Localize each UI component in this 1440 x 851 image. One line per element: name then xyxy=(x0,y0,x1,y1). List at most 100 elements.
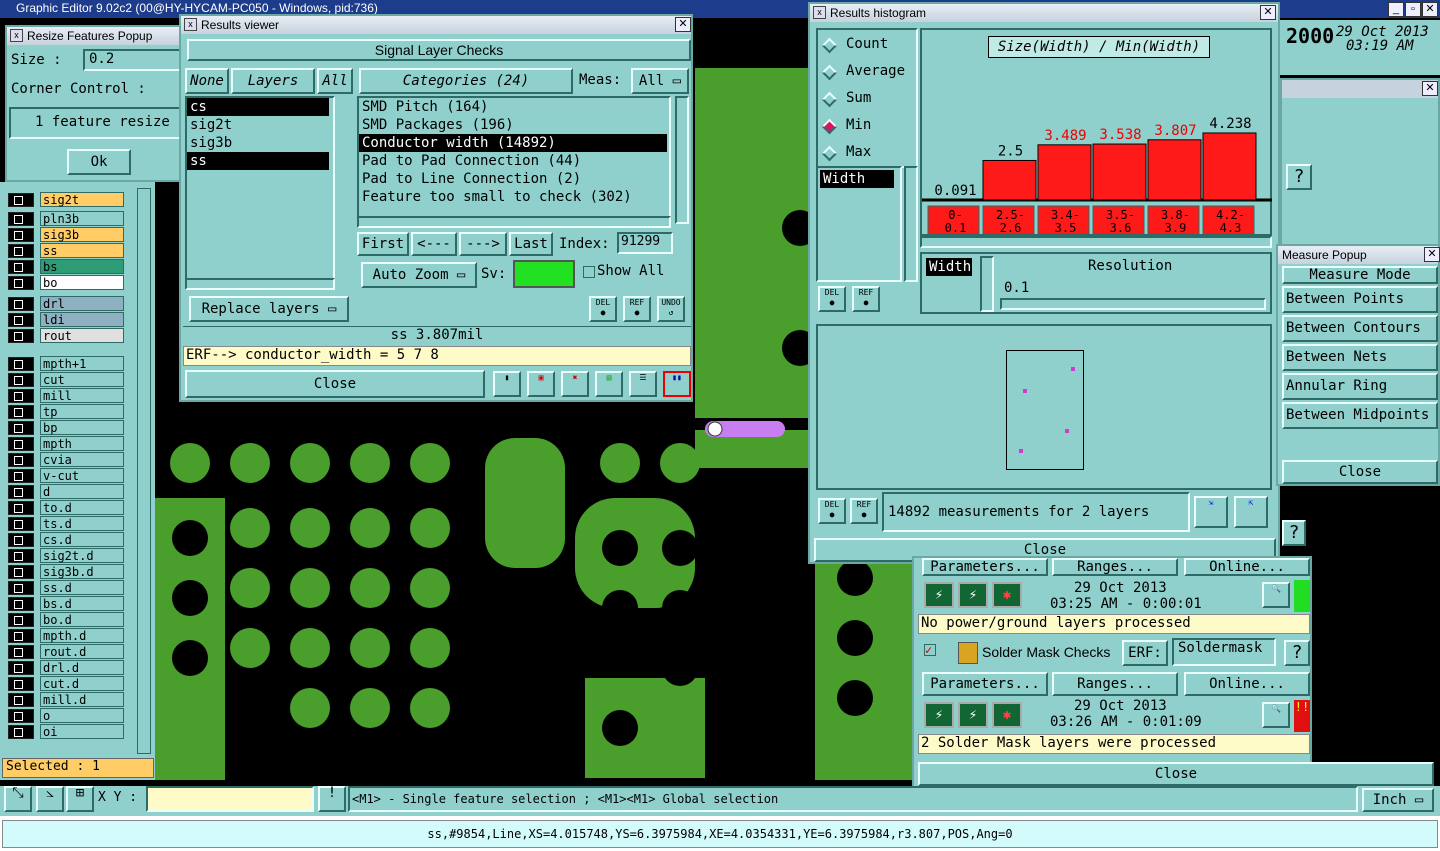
layer-row-rout[interactable]: rout xyxy=(8,328,124,343)
layer-row-o[interactable]: o xyxy=(8,708,124,723)
help-button-a[interactable]: ? xyxy=(1286,164,1312,190)
layer-toggle[interactable] xyxy=(8,212,34,226)
layer-row-ts.d[interactable]: ts.d xyxy=(8,516,124,531)
export-icon[interactable]: ⇲ xyxy=(1194,496,1228,528)
layer-toggle[interactable] xyxy=(8,581,34,595)
measure-close-button[interactable]: Close xyxy=(1282,460,1438,484)
layer-toggle[interactable] xyxy=(8,357,34,371)
mode-label[interactable]: Sum xyxy=(846,90,871,106)
layer-row-cut[interactable]: cut xyxy=(8,372,124,387)
layer-name[interactable]: v-cut xyxy=(40,468,124,483)
erf-input[interactable]: Soldermask xyxy=(1172,638,1276,666)
measure-mode-between-points[interactable]: Between Points xyxy=(1282,286,1438,313)
layer-toggle[interactable] xyxy=(8,501,34,515)
erf-clear-icon[interactable]: ✖ xyxy=(561,371,589,397)
viewer-layer-item[interactable]: sig3b xyxy=(187,134,329,152)
layer-row-cvia[interactable]: cvia xyxy=(8,452,124,467)
measure-mode-between-midpoints[interactable]: Between Midpoints xyxy=(1282,402,1438,429)
category-item[interactable]: Conductor width (14892) xyxy=(359,134,667,152)
online-button-2[interactable]: Online... xyxy=(1184,672,1310,696)
category-item[interactable]: Pad to Pad Connection (44) xyxy=(359,152,667,170)
layer-name[interactable]: oi xyxy=(40,724,124,739)
layer-row-rout.d[interactable]: rout.d xyxy=(8,644,124,659)
categories-list[interactable]: SMD Pitch (164) SMD Packages (196) Conduct… xyxy=(357,96,671,224)
layer-name[interactable]: cut xyxy=(40,372,124,387)
sv-color-dropdown[interactable] xyxy=(513,260,575,288)
categories-button[interactable]: Categories (24) xyxy=(359,68,573,94)
mode-radio-sum[interactable] xyxy=(821,91,838,108)
layer-row-bo[interactable]: bo xyxy=(8,275,124,290)
zoom-feature-icon[interactable]: ▣ xyxy=(527,371,555,397)
prev-button[interactable]: <--- xyxy=(411,232,457,256)
categories-hscroll[interactable] xyxy=(357,216,671,228)
histogram-bar[interactable] xyxy=(1037,144,1092,201)
first-button[interactable]: First xyxy=(357,232,409,256)
measure-mode-between-nets[interactable]: Between Nets xyxy=(1282,344,1438,371)
histogram-bar[interactable] xyxy=(982,159,1037,201)
layer-toggle[interactable] xyxy=(8,565,34,579)
layer-name[interactable]: pln3b xyxy=(40,211,124,226)
mode-radio-min[interactable] xyxy=(821,118,838,135)
layer-name[interactable]: rout xyxy=(40,328,124,343)
layer-name[interactable]: d xyxy=(40,484,124,499)
import-icon[interactable]: ⇱ xyxy=(1234,496,1268,528)
layer-toggle[interactable] xyxy=(8,244,34,258)
zoom-icon-2[interactable]: 🔍 xyxy=(1262,702,1290,728)
layer-toggle[interactable] xyxy=(8,613,34,627)
mode-label[interactable]: Min xyxy=(846,117,871,133)
layer-name[interactable]: bp xyxy=(40,420,124,435)
layer-row-to.d[interactable]: to.d xyxy=(8,500,124,515)
ref-button[interactable]: REF ● xyxy=(623,296,651,322)
xy-input[interactable] xyxy=(146,786,314,812)
undo-button[interactable]: UNDO ↺ xyxy=(657,296,685,322)
solder-check-checkbox[interactable]: ✓ xyxy=(924,644,936,656)
layer-name[interactable]: bo.d xyxy=(40,612,124,627)
layer-scrollbar[interactable] xyxy=(137,188,151,754)
layer-row-sig3b[interactable]: sig3b xyxy=(8,227,124,242)
layer-toggle[interactable] xyxy=(8,260,34,274)
ok-button[interactable]: Ok xyxy=(67,149,131,175)
layer-row-cs.d[interactable]: cs.d xyxy=(8,532,124,547)
close-bg-window-a[interactable]: ✕ xyxy=(1422,81,1438,96)
measure-mode-annular-ring[interactable]: Annular Ring xyxy=(1282,373,1438,400)
highlight-icon[interactable]: ▮ xyxy=(493,371,521,397)
layer-toggle[interactable] xyxy=(8,725,34,739)
show-all-checkbox[interactable] xyxy=(583,266,595,278)
close-histogram-x[interactable]: ✕ xyxy=(1260,5,1276,20)
online-button-1[interactable]: Online... xyxy=(1184,558,1310,576)
mode-radio-average[interactable] xyxy=(821,64,838,81)
viewer-layer-item[interactable]: ss xyxy=(187,152,329,170)
layer-row-bo.d[interactable]: bo.d xyxy=(8,612,124,627)
stop-icon[interactable]: ✱ xyxy=(992,582,1022,608)
layer-toggle[interactable] xyxy=(8,421,34,435)
parameters-button-1[interactable]: Parameters... xyxy=(922,558,1048,576)
layer-row-bs.d[interactable]: bs.d xyxy=(8,596,124,611)
mode-label[interactable]: Average xyxy=(846,63,905,79)
layer-toggle[interactable] xyxy=(8,709,34,723)
layer-toggle[interactable] xyxy=(8,517,34,531)
layer-toggle[interactable] xyxy=(8,533,34,547)
alert-icon[interactable]: ! xyxy=(318,786,346,812)
layer-name[interactable]: cs.d xyxy=(40,532,124,547)
layer-row-mpth+1[interactable]: mpth+1 xyxy=(8,356,124,371)
layer-toggle[interactable] xyxy=(8,228,34,242)
select-tool-icon[interactable]: ⤡ xyxy=(4,786,32,812)
all-layers-button[interactable]: All xyxy=(317,68,353,94)
mode-radio-max[interactable] xyxy=(821,145,838,162)
layer-row-sig2t[interactable]: sig2t xyxy=(8,192,124,207)
layer-name[interactable]: mill.d xyxy=(40,692,124,707)
layer-toggle[interactable] xyxy=(8,313,34,327)
preview-ref-button[interactable]: REF ● xyxy=(850,498,878,524)
meas-dropdown[interactable]: All ▭ xyxy=(631,68,689,94)
layer-toggle[interactable] xyxy=(8,661,34,675)
stop-icon-2[interactable]: ✱ xyxy=(992,702,1022,728)
layer-name[interactable]: drl.d xyxy=(40,660,124,675)
histogram-bar[interactable] xyxy=(1202,132,1257,201)
del-button[interactable]: DEL ● xyxy=(589,296,617,322)
layer-row-bs[interactable]: bs xyxy=(8,259,124,274)
layer-toggle[interactable] xyxy=(8,193,34,207)
layers-list[interactable]: cs sig2t sig3b ss xyxy=(185,96,335,288)
layer-name[interactable]: bo xyxy=(40,275,124,290)
layer-name[interactable]: drl xyxy=(40,296,124,311)
notes-icon[interactable]: ☰ xyxy=(629,371,657,397)
